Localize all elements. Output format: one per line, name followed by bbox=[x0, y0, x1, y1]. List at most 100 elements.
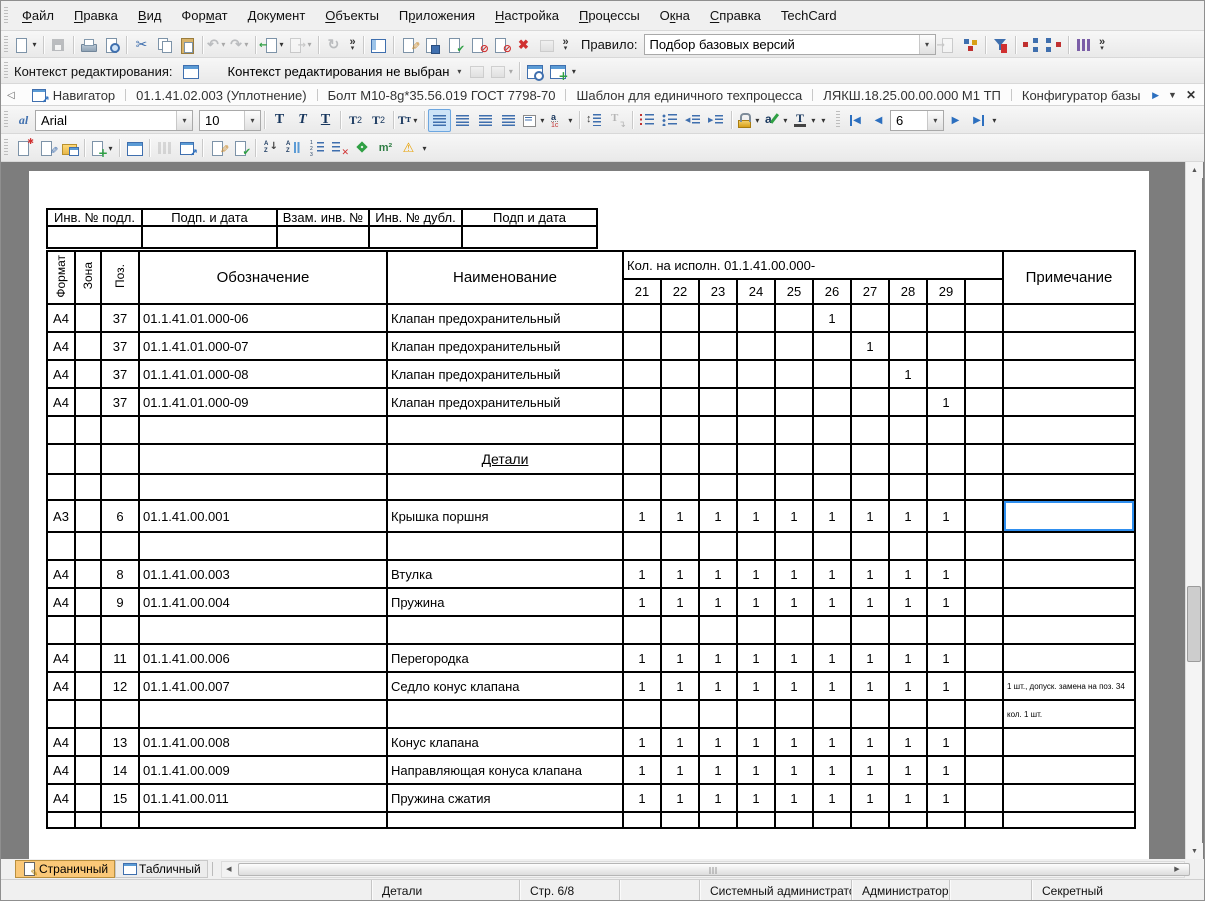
qty-cell[interactable] bbox=[774, 303, 814, 333]
qty-cell[interactable]: 1 bbox=[812, 587, 852, 617]
qty-cell[interactable] bbox=[660, 615, 700, 645]
chevron-down-icon[interactable]: ▾ bbox=[918, 35, 935, 54]
qty-cell[interactable]: 1 bbox=[660, 499, 700, 533]
tab-list-icon[interactable]: ▼ bbox=[1168, 90, 1177, 100]
qty-cell[interactable]: 1 bbox=[888, 755, 928, 785]
name-cell[interactable]: Пружина сжатия bbox=[386, 783, 624, 813]
qty-cell[interactable] bbox=[888, 415, 928, 445]
name-cell[interactable] bbox=[386, 473, 624, 501]
pos-cell[interactable]: 37 bbox=[100, 359, 140, 389]
new-version-button[interactable] bbox=[12, 137, 35, 160]
format-cell[interactable]: A4 bbox=[46, 331, 76, 361]
italic-button[interactable]: T bbox=[291, 109, 314, 132]
qty-cell[interactable] bbox=[812, 473, 852, 501]
qty-cell[interactable] bbox=[812, 443, 852, 475]
qty-cell[interactable] bbox=[964, 443, 1004, 475]
qty-cell[interactable]: 1 bbox=[698, 783, 738, 813]
delete-button[interactable]: ✖ bbox=[512, 33, 535, 56]
qty-cell[interactable]: 1 bbox=[774, 755, 814, 785]
inventory-cell[interactable] bbox=[368, 225, 463, 249]
tab-ЛЯКШ.18.25.00.00.000 М1 ТП[interactable]: ЛЯКШ.18.25.00.00.000 М1 ТП bbox=[813, 88, 1011, 103]
name-cell[interactable] bbox=[386, 615, 624, 645]
menu-item-Правка[interactable]: Правка bbox=[64, 1, 128, 31]
qty-cell[interactable]: 1 bbox=[660, 559, 700, 589]
designation-cell[interactable] bbox=[138, 699, 388, 729]
designation-cell[interactable]: 01.1.41.00.001 bbox=[138, 499, 388, 533]
qty-cell[interactable] bbox=[660, 387, 700, 417]
note-cell[interactable]: 1 шт., допуск. замена на поз. 34 bbox=[1002, 671, 1136, 701]
qty-cell[interactable]: 1 bbox=[812, 671, 852, 701]
qty-cell[interactable] bbox=[622, 699, 662, 729]
qty-cell[interactable]: 1 bbox=[698, 755, 738, 785]
zone-cell[interactable] bbox=[74, 443, 102, 475]
qty-cell[interactable] bbox=[964, 331, 1004, 361]
font-family-select[interactable]: Arial ▾ bbox=[35, 109, 193, 131]
qty-cell[interactable] bbox=[736, 615, 776, 645]
designation-cell[interactable]: 01.1.41.00.003 bbox=[138, 559, 388, 589]
qty-cell[interactable] bbox=[736, 331, 776, 361]
name-cell[interactable]: Направляющая конуса клапана bbox=[386, 755, 624, 785]
pos-cell[interactable] bbox=[100, 699, 140, 729]
qty-cell[interactable]: 1 bbox=[812, 499, 852, 533]
designation-cell[interactable]: 01.1.41.01.000-09 bbox=[138, 387, 388, 417]
designation-cell[interactable] bbox=[138, 615, 388, 645]
qty-cell[interactable] bbox=[698, 443, 738, 475]
context-table-button[interactable] bbox=[179, 60, 202, 83]
qty-cell[interactable]: 1 bbox=[926, 643, 966, 673]
qty-cell[interactable]: 1 bbox=[812, 303, 852, 333]
subscript-button[interactable]: T2 bbox=[344, 109, 367, 132]
tab-Шаблон для единичного техпроцесса[interactable]: Шаблон для единичного техпроцесса bbox=[566, 88, 812, 103]
qty-cell[interactable] bbox=[660, 415, 700, 445]
zone-cell[interactable] bbox=[74, 643, 102, 673]
qty-cell[interactable]: 1 bbox=[774, 499, 814, 533]
pos-cell[interactable]: 12 bbox=[100, 671, 140, 701]
designation-cell[interactable]: 01.1.41.00.007 bbox=[138, 671, 388, 701]
qty-cell[interactable] bbox=[964, 359, 1004, 389]
qty-cell[interactable]: 1 bbox=[774, 587, 814, 617]
qty-cell[interactable] bbox=[736, 387, 776, 417]
zone-cell[interactable] bbox=[74, 811, 102, 829]
qty-cell[interactable] bbox=[698, 331, 738, 361]
qty-cell[interactable]: 1 bbox=[850, 643, 890, 673]
format-cell[interactable] bbox=[46, 615, 76, 645]
qty-cell[interactable]: 1 bbox=[622, 755, 662, 785]
columns-button[interactable] bbox=[1072, 33, 1095, 56]
format-cell[interactable]: A4 bbox=[46, 303, 76, 333]
zone-cell[interactable] bbox=[74, 559, 102, 589]
qty-cell[interactable] bbox=[964, 783, 1004, 813]
format-cell[interactable]: A3 bbox=[46, 499, 76, 533]
qty-cell[interactable]: 1 bbox=[888, 783, 928, 813]
qty-cell[interactable]: 1 bbox=[736, 643, 776, 673]
chevron-down-icon[interactable]: ▾ bbox=[569, 67, 578, 76]
qty-cell[interactable]: 1 bbox=[850, 331, 890, 361]
qty-cell[interactable]: 1 bbox=[888, 643, 928, 673]
chevron-down-icon[interactable]: ▾ bbox=[176, 110, 192, 130]
qty-cell[interactable]: 1 bbox=[926, 499, 966, 533]
pos-cell[interactable]: 14 bbox=[100, 755, 140, 785]
zone-cell[interactable] bbox=[74, 359, 102, 389]
designation-cell[interactable]: 01.1.41.00.008 bbox=[138, 727, 388, 757]
print-preview-button[interactable] bbox=[100, 33, 123, 56]
qty-cell[interactable]: 1 bbox=[736, 671, 776, 701]
qty-cell[interactable] bbox=[812, 531, 852, 561]
qty-cell[interactable]: 1 bbox=[850, 727, 890, 757]
designation-cell[interactable] bbox=[138, 473, 388, 501]
qty-cell[interactable] bbox=[698, 531, 738, 561]
remove-sort-button[interactable] bbox=[328, 137, 351, 160]
menu-item-Объекты[interactable]: Объекты bbox=[315, 1, 389, 31]
format-cell[interactable]: A4 bbox=[46, 387, 76, 417]
chevron-down-icon[interactable]: ▾ bbox=[457, 67, 461, 76]
qty-cell[interactable] bbox=[964, 499, 1004, 533]
name-cell[interactable]: Пружина bbox=[386, 587, 624, 617]
text-color-button[interactable]: ▾ bbox=[791, 109, 819, 132]
qty-cell[interactable] bbox=[622, 331, 662, 361]
numbered-list-button[interactable] bbox=[636, 109, 659, 132]
designation-cell[interactable]: 01.1.41.01.000-07 bbox=[138, 331, 388, 361]
decrease-indent-button[interactable] bbox=[682, 109, 705, 132]
qty-cell[interactable]: 1 bbox=[622, 587, 662, 617]
edit-version-button[interactable] bbox=[35, 137, 58, 160]
chevron-down-icon[interactable]: ▾ bbox=[753, 116, 762, 125]
qty-cell[interactable] bbox=[660, 699, 700, 729]
context-search-button[interactable] bbox=[523, 60, 546, 83]
name-cell[interactable]: Седло конус клапана bbox=[386, 671, 624, 701]
